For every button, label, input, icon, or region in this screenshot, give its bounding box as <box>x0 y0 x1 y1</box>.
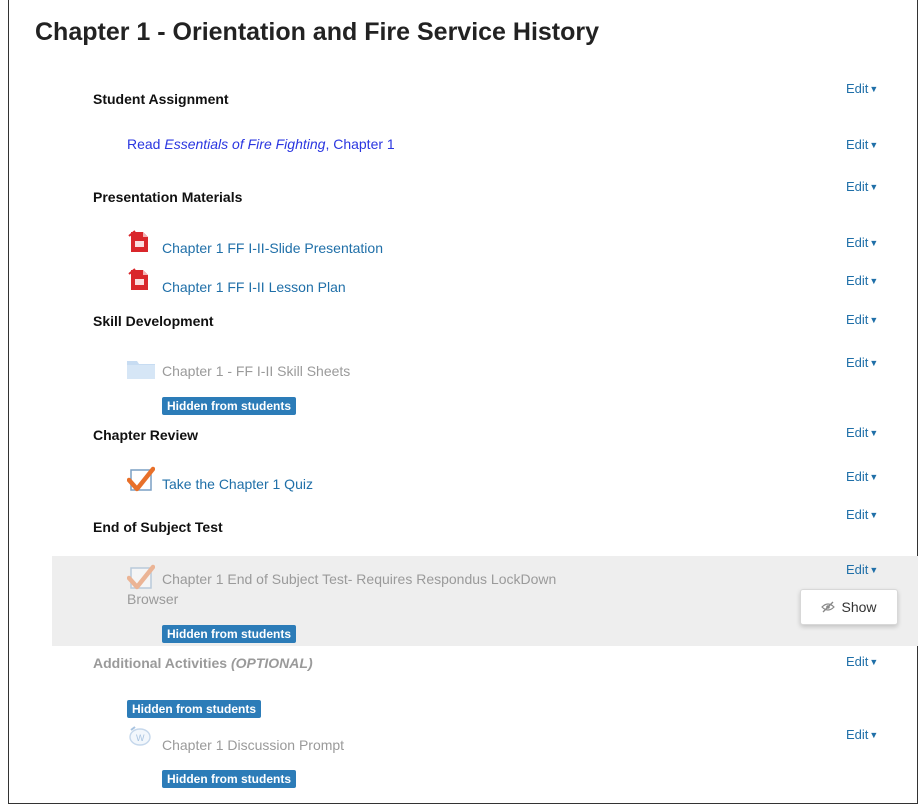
activity-link-skill-sheets[interactable]: Chapter 1 - FF I-II Skill Sheets <box>162 363 350 379</box>
edit-button-chapter-review[interactable]: Edit▼ <box>846 425 878 440</box>
edit-button-slide-presentation[interactable]: Edit▼ <box>846 235 878 250</box>
caret-down-icon: ▼ <box>869 730 879 740</box>
edit-button-student-assignment[interactable]: Edit▼ <box>846 81 878 96</box>
activity-link-slide-presentation[interactable]: Chapter 1 FF I-II-Slide Presentation <box>162 240 383 256</box>
edit-button-end-of-subject-test[interactable]: Edit▼ <box>846 507 878 522</box>
caret-down-icon: ▼ <box>869 140 879 150</box>
hidden-badge-subject-test: Hidden from students <box>162 625 297 643</box>
edit-button-additional-activities[interactable]: Edit▼ <box>846 654 878 669</box>
section-label-end-of-subject-test: End of Subject Test <box>93 519 223 535</box>
caret-down-icon: ▼ <box>869 472 879 482</box>
caret-down-icon: ▼ <box>869 428 879 438</box>
show-menu-item[interactable]: Show <box>800 589 898 625</box>
activity-link-reading[interactable]: Read Essentials of Fire Fighting, Chapte… <box>127 136 395 152</box>
svg-text:W: W <box>136 733 145 743</box>
caret-down-icon: ▼ <box>869 565 879 575</box>
pdf-icon <box>128 230 148 252</box>
section-label-student-assignment: Student Assignment <box>93 91 229 107</box>
activity-link-chapter-quiz[interactable]: Take the Chapter 1 Quiz <box>162 476 313 492</box>
caret-down-icon: ▼ <box>869 510 879 520</box>
activity-link-subject-test[interactable]: Chapter 1 End of Subject Test- Requires … <box>162 571 556 587</box>
hidden-badge-skill-sheets: Hidden from students <box>162 397 297 415</box>
activity-link-lesson-plan[interactable]: Chapter 1 FF I-II Lesson Plan <box>162 279 346 295</box>
caret-down-icon: ▼ <box>869 276 879 286</box>
folder-icon <box>127 361 155 379</box>
activity-link-discussion-prompt[interactable]: Chapter 1 Discussion Prompt <box>162 737 344 753</box>
hidden-badge-discussion-prompt: Hidden from students <box>162 770 297 788</box>
section-label-additional-activities: Additional Activities (OPTIONAL) <box>93 655 313 671</box>
edit-button-presentation-materials[interactable]: Edit▼ <box>846 179 878 194</box>
edit-button-lesson-plan[interactable]: Edit▼ <box>846 273 878 288</box>
caret-down-icon: ▼ <box>869 657 879 667</box>
eye-slash-icon <box>821 601 836 613</box>
caret-down-icon: ▼ <box>869 358 879 368</box>
section-label-chapter-review: Chapter Review <box>93 427 199 443</box>
edit-button-skill-development[interactable]: Edit▼ <box>846 312 878 327</box>
forum-icon: W <box>129 726 151 746</box>
quiz-icon <box>127 564 155 590</box>
hidden-badge-additional-activities: Hidden from students <box>127 700 262 718</box>
activity-link-subject-test-wrap[interactable]: Browser <box>127 591 178 607</box>
edit-button-discussion-prompt[interactable]: Edit▼ <box>846 727 878 742</box>
caret-down-icon: ▼ <box>869 84 879 94</box>
section-label-presentation-materials: Presentation Materials <box>93 189 243 205</box>
edit-button-subject-test[interactable]: Edit▼ <box>846 562 878 577</box>
quiz-icon <box>127 466 155 492</box>
course-section-frame <box>8 0 918 804</box>
pdf-icon <box>128 268 148 290</box>
show-menu-label: Show <box>841 599 877 615</box>
section-label-skill-development: Skill Development <box>93 313 214 329</box>
page-title: Chapter 1 - Orientation and Fire Service… <box>35 18 600 46</box>
caret-down-icon: ▼ <box>869 238 879 248</box>
caret-down-icon: ▼ <box>869 315 879 325</box>
edit-button-reading[interactable]: Edit▼ <box>846 137 878 152</box>
edit-button-chapter-quiz[interactable]: Edit▼ <box>846 469 878 484</box>
caret-down-icon: ▼ <box>869 182 879 192</box>
edit-button-skill-sheets[interactable]: Edit▼ <box>846 355 878 370</box>
